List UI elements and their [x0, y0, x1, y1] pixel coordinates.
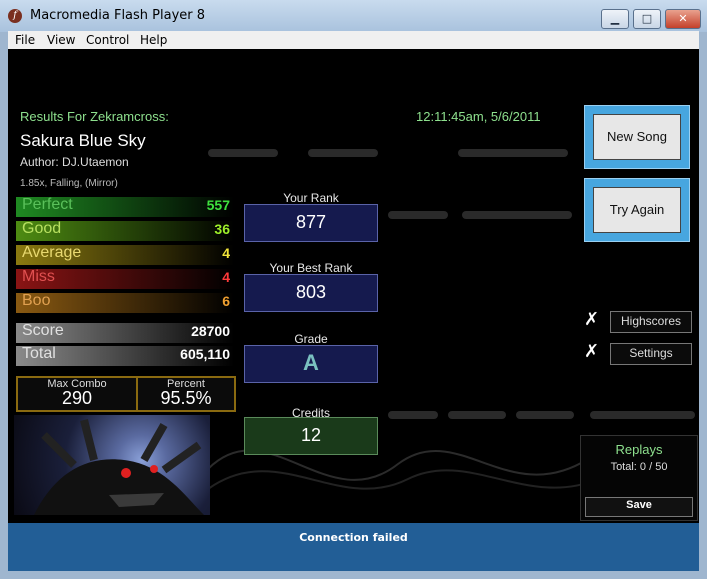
try-again-label: Try Again [609, 202, 665, 217]
judgement-row-boo: Boo 6 [16, 292, 234, 313]
judgement-value: 4 [222, 245, 230, 261]
total-label: Total [22, 345, 56, 362]
decor-stripe [308, 149, 378, 157]
judgement-label: Average [22, 244, 82, 261]
menu-control[interactable]: Control [86, 33, 129, 47]
credits-value: 12 [300, 425, 322, 445]
judgement-value: 6 [222, 293, 230, 309]
total-value: 605,110 [180, 346, 230, 362]
settings-figure-icon: ✗ [584, 341, 600, 362]
save-button[interactable]: Save [585, 497, 693, 517]
highscores-button[interactable]: Highscores [610, 311, 692, 333]
grade-label: Grade [294, 332, 328, 346]
your-rank-box: 877 [244, 204, 378, 242]
maximize-button[interactable]: □ [633, 9, 661, 29]
highscores-figure-icon: ✗ [584, 309, 600, 330]
results-header: Results For Zekramcross: [20, 109, 169, 124]
try-again-button[interactable]: Try Again [584, 178, 690, 242]
status-bar: Connection failed [8, 523, 699, 571]
judgement-row-miss: Miss 4 [16, 268, 234, 289]
connection-status-text: Connection failed [299, 531, 408, 544]
judgement-value: 557 [206, 197, 230, 213]
judgement-value: 4 [222, 269, 230, 285]
new-song-button[interactable]: New Song [584, 105, 690, 169]
total-row: Total 605,110 [16, 345, 234, 366]
credits-box: 12 [244, 417, 378, 455]
judgement-label: Good [22, 220, 62, 237]
flash-app-icon: f [8, 9, 22, 23]
percent-value: 95.5% [160, 388, 212, 408]
grade-value: A [303, 350, 319, 375]
song-artwork-image [14, 415, 210, 515]
new-song-label: New Song [607, 129, 667, 144]
decor-stripe [462, 211, 572, 219]
max-combo-box: Max Combo 290 [16, 376, 138, 412]
window-title: Macromedia Flash Player 8 [30, 8, 206, 23]
save-label: Save [626, 499, 652, 511]
decor-stripe [388, 211, 448, 219]
judgement-label: Perfect [22, 196, 73, 213]
decor-stripe [458, 149, 568, 157]
menu-bar: File View Control Help [8, 31, 699, 49]
song-title: Sakura Blue Sky [20, 131, 146, 150]
new-song-button-face: New Song [593, 114, 681, 160]
results-timestamp: 12:11:45am, 5/6/2011 [416, 109, 541, 124]
percent-box: Percent 95.5% [136, 376, 236, 412]
grade-box: A [244, 345, 378, 383]
flash-stage: Results For Zekramcross: 12:11:45am, 5/6… [8, 49, 699, 523]
judgement-label: Miss [22, 268, 55, 285]
best-rank-value: 803 [295, 282, 327, 302]
play-options: 1.85x, Falling, (Mirror) [20, 178, 118, 189]
your-rank-value: 877 [295, 212, 327, 232]
close-button[interactable]: ✕ [665, 9, 701, 29]
judgement-value: 36 [214, 221, 230, 237]
judgement-row-average: Average 4 [16, 244, 234, 265]
menu-file[interactable]: File [15, 33, 35, 47]
minimize-button[interactable]: ▁ [601, 9, 629, 29]
best-rank-box: 803 [244, 274, 378, 312]
judgement-row-good: Good 36 [16, 220, 234, 241]
try-again-button-face: Try Again [593, 187, 681, 233]
song-author: Author: DJ.Utaemon [20, 155, 129, 169]
settings-button[interactable]: Settings [610, 343, 692, 365]
menu-help[interactable]: Help [140, 33, 167, 47]
judgement-row-perfect: Perfect 557 [16, 196, 234, 217]
settings-label: Settings [629, 346, 673, 360]
score-row: Score 28700 [16, 322, 234, 343]
replays-title: Replays [615, 442, 663, 457]
judgement-label: Boo [22, 292, 51, 309]
decor-stripe [208, 149, 278, 157]
menu-view[interactable]: View [47, 33, 75, 47]
max-combo-value: 290 [61, 388, 93, 408]
replays-panel: Replays Total: 0 / 50 Save [580, 435, 698, 521]
highscores-label: Highscores [620, 314, 682, 328]
score-label: Score [22, 322, 64, 339]
score-value: 28700 [191, 323, 230, 339]
best-rank-label: Your Best Rank [269, 261, 353, 275]
your-rank-label: Your Rank [283, 191, 339, 205]
replays-total: Total: 0 / 50 [610, 461, 668, 473]
